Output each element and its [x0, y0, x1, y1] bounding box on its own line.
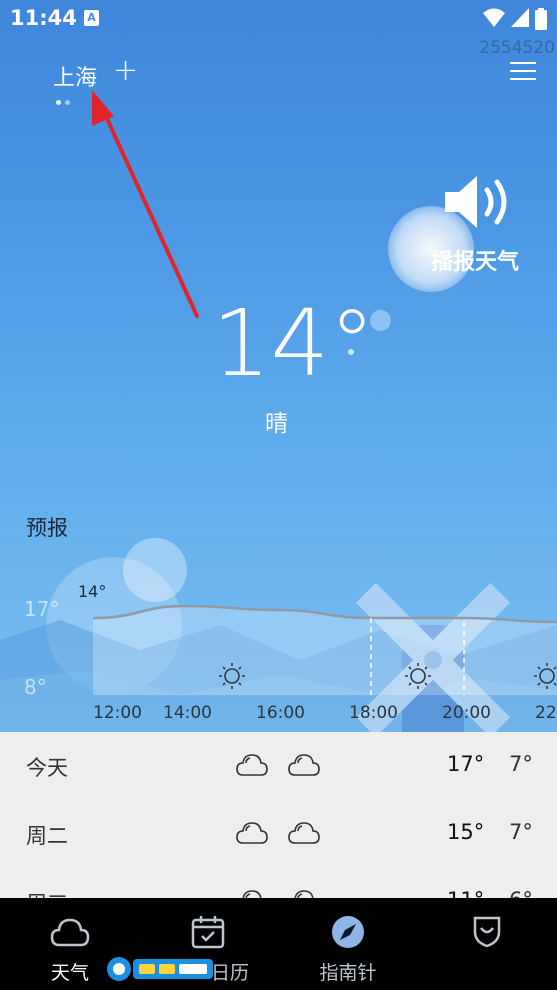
- weather-app-screen: 11:44 A 2554520 上海 + 播报天气 14° 晴 预报 17° 8…: [0, 0, 557, 990]
- site-watermark-logo: [107, 957, 213, 981]
- low-temp: 6°: [509, 888, 533, 898]
- shield-icon: [473, 916, 501, 948]
- low-temp: 7°: [509, 820, 533, 844]
- daily-forecast-list[interactable]: 今天 17° 7° 周二 15° 7° 周三 11° 6°: [0, 732, 557, 898]
- current-temp-label: 14°: [78, 582, 106, 601]
- low-temp: 7°: [509, 752, 533, 776]
- cloudy-icon: [294, 890, 314, 898]
- time-label: 20:00: [442, 703, 491, 723]
- compass-icon: [332, 916, 364, 948]
- y-axis-label-high: 17°: [24, 597, 59, 621]
- tab-compass[interactable]: 指南针: [298, 898, 398, 990]
- daily-row[interactable]: 今天 17° 7°: [0, 732, 557, 800]
- current-condition: 晴: [265, 411, 288, 437]
- cloudy-icon: [242, 890, 262, 898]
- high-temp: 11°: [447, 888, 484, 898]
- y-axis-label-low: 8°: [24, 675, 47, 699]
- cloudy-icon: [288, 754, 320, 776]
- tab-label: 指南针: [319, 962, 377, 984]
- tab-protect[interactable]: [437, 898, 537, 990]
- time-label: 18:00: [349, 703, 398, 723]
- time-label: 12:00: [93, 703, 142, 723]
- time-label: 14:00: [163, 703, 212, 723]
- day-label: 今天: [26, 756, 68, 780]
- daily-row[interactable]: 周二 15° 7°: [0, 800, 557, 868]
- bottom-navigation: 天气 日历 指南针: [0, 898, 557, 990]
- cloudy-icon: [236, 754, 268, 776]
- annotation-arrow: [92, 90, 199, 318]
- calendar-icon: [191, 916, 225, 949]
- high-temp: 17°: [447, 752, 485, 776]
- day-label: 周二: [26, 824, 68, 848]
- high-temp: 15°: [447, 820, 485, 844]
- time-label: 16:00: [256, 703, 305, 723]
- cloud-icon: [50, 918, 90, 947]
- time-label: 22:00: [535, 703, 557, 723]
- cloudy-icon: [236, 822, 268, 844]
- cloudy-icon: [288, 822, 320, 844]
- daily-row[interactable]: 周三 11° 6°: [0, 868, 557, 898]
- day-label: 周三: [26, 888, 68, 898]
- hourly-forecast-chart[interactable]: 17° 8° 14° 12:00 14:00 16:00 18:00 20:00…: [0, 530, 557, 732]
